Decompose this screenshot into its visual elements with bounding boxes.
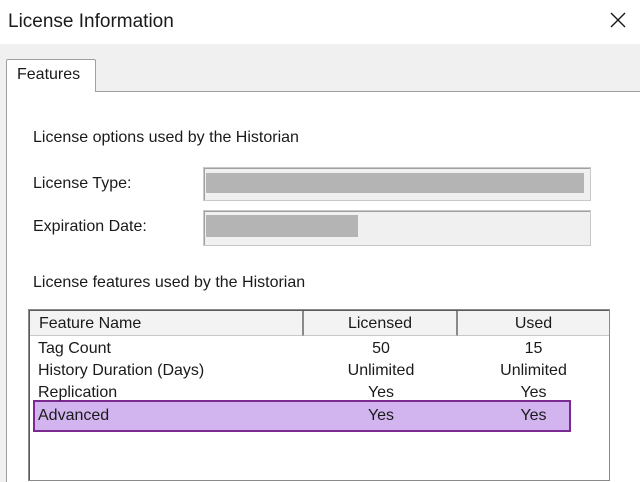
feature-name-cell: Replication — [38, 384, 118, 401]
license-information-dialog: License Information Features License opt… — [0, 0, 640, 482]
column-header-feature-name[interactable]: Feature Name — [30, 311, 304, 336]
redacted-expiration-date — [206, 215, 358, 237]
used-cell: 15 — [524, 340, 543, 357]
column-header-licensed[interactable]: Licensed — [304, 311, 458, 336]
licensed-cell: Unlimited — [347, 362, 415, 379]
features-heading: License features used by the Historian — [33, 274, 306, 291]
redacted-license-type — [206, 173, 584, 193]
feature-name-cell: Tag Count — [38, 340, 111, 357]
close-button[interactable] — [604, 6, 632, 34]
dialog-title: License Information — [8, 11, 174, 32]
used-cell: Yes — [520, 407, 547, 424]
licensed-cell: Yes — [367, 384, 395, 401]
licensed-cell: 50 — [372, 340, 390, 357]
expiration-date-label: Expiration Date: — [33, 218, 147, 235]
used-cell: Yes — [520, 384, 547, 401]
license-type-field — [203, 167, 591, 201]
options-heading: License options used by the Historian — [33, 129, 299, 146]
close-icon — [610, 12, 626, 28]
expiration-date-field — [203, 210, 591, 246]
feature-name-cell: History Duration (Days) — [38, 362, 205, 379]
used-cell: Unlimited — [500, 362, 567, 379]
license-type-label: License Type: — [33, 175, 132, 192]
tab-features-label: Features — [17, 66, 81, 83]
title-bar: License Information — [0, 0, 640, 44]
feature-name-cell: Advanced — [38, 407, 110, 424]
column-header-used[interactable]: Used — [458, 311, 609, 336]
licensed-cell: Yes — [367, 407, 395, 424]
tab-features[interactable]: Features — [6, 59, 96, 92]
